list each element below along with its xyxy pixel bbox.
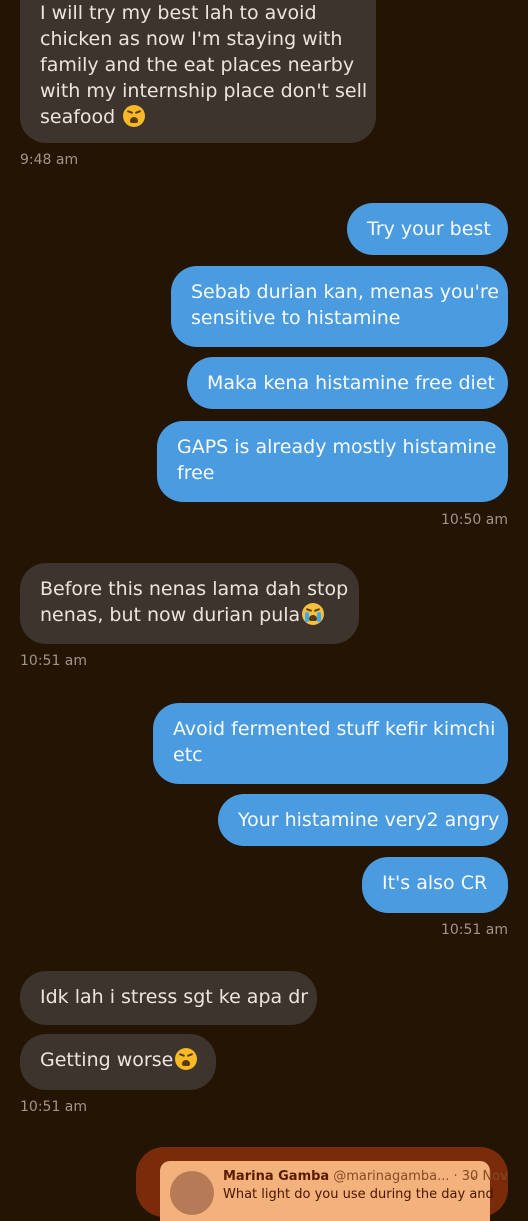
message-line: chicken as now I'm staying with bbox=[40, 28, 343, 50]
message-line: Your histamine very2 angry bbox=[238, 809, 500, 831]
message-bubble-outgoing[interactable]: Avoid fermented stuff kefir kimchi etc bbox=[153, 703, 508, 784]
crying-face-icon bbox=[302, 603, 325, 625]
message-bubble-incoming[interactable]: Before this nenas lama dah stop nenas, b… bbox=[20, 563, 359, 644]
message-line-with-emoji: Getting worse bbox=[40, 1047, 198, 1073]
message-line: Sebab durian kan, menas you're bbox=[191, 281, 499, 303]
message-bubble-outgoing[interactable]: Sebab durian kan, menas you're sensitive… bbox=[171, 266, 508, 347]
message-line: Avoid fermented stuff kefir kimchi bbox=[173, 718, 496, 740]
tweet-author-name: Marina Gamba bbox=[223, 1169, 330, 1184]
avatar bbox=[170, 1171, 214, 1215]
message-line: Try your best bbox=[367, 218, 491, 240]
message-line: Idk lah i stress sgt ke apa dr bbox=[40, 986, 309, 1008]
timestamp: 10:51 am bbox=[20, 1099, 88, 1115]
message-bubble-incoming[interactable]: Getting worse bbox=[20, 1034, 216, 1090]
message-line: etc bbox=[173, 744, 203, 766]
timestamp: 10:51 am bbox=[440, 922, 508, 938]
tweet-author-handle: @marinagamba... bbox=[333, 1169, 450, 1184]
message-bubble-outgoing[interactable]: Try your best bbox=[347, 203, 508, 255]
message-bubble-outgoing[interactable]: It's also CR bbox=[362, 857, 508, 913]
message-line: sensitive to histamine bbox=[191, 307, 401, 329]
message-bubble-incoming[interactable]: I will try my best lah to avoid chicken … bbox=[20, 0, 376, 143]
message-line-with-emoji: nenas, but now durian pula bbox=[40, 602, 339, 628]
message-line-with-emoji: seafood bbox=[40, 104, 356, 130]
message-line: Before this nenas lama dah stop bbox=[40, 578, 349, 600]
message-line: It's also CR bbox=[382, 872, 488, 894]
tweet-date: · 30 Nov bbox=[453, 1169, 508, 1184]
message-bubble-incoming[interactable]: Idk lah i stress sgt ke apa dr bbox=[20, 971, 317, 1025]
tweet-author-line: Marina Gamba @marinagamba... · 30 Nov bbox=[223, 1169, 508, 1184]
timestamp: 10:51 am bbox=[20, 653, 88, 669]
weary-face-icon bbox=[175, 1048, 198, 1070]
shared-post-bubble[interactable]: Marina Gamba @marinagamba... · 30 Nov ⌄ Wh… bbox=[136, 1147, 508, 1221]
message-line: seafood bbox=[40, 106, 116, 128]
message-line: Maka kena histamine free diet bbox=[207, 372, 495, 394]
timestamp: 10:50 am bbox=[440, 512, 508, 528]
message-line: family and the eat places nearby bbox=[40, 54, 355, 76]
message-line: GAPS is already mostly histamine bbox=[177, 436, 497, 458]
chevron-down-icon[interactable]: ⌄ bbox=[468, 1168, 478, 1182]
message-line: nenas, but now durian pula bbox=[40, 604, 301, 626]
message-bubble-outgoing[interactable]: Maka kena histamine free diet bbox=[187, 357, 508, 409]
message-bubble-outgoing[interactable]: GAPS is already mostly histamine free bbox=[157, 421, 508, 502]
message-line: free bbox=[177, 462, 215, 484]
message-line: I will try my best lah to avoid bbox=[40, 2, 317, 24]
weary-face-icon bbox=[123, 105, 146, 127]
message-bubble-outgoing[interactable]: Your histamine very2 angry bbox=[218, 794, 508, 846]
message-line: with my internship place don't sell bbox=[40, 80, 368, 102]
timestamp: 9:48 am bbox=[20, 152, 79, 168]
message-line: Getting worse bbox=[40, 1049, 174, 1071]
shared-tweet-card[interactable]: Marina Gamba @marinagamba... · 30 Nov ⌄ Wh… bbox=[160, 1161, 508, 1221]
